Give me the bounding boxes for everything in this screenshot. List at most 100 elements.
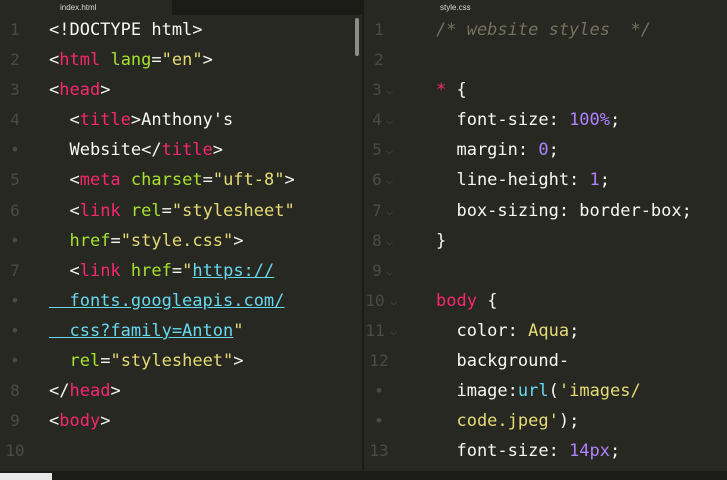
- code-text: <head>: [49, 75, 110, 105]
- line-number: 1: [374, 20, 384, 39]
- line-number: 10: [5, 441, 25, 461]
- code-lines-left[interactable]: 1 <!DOCTYPE html> 2 <html lang="en"> 3 <head>…: [0, 15, 362, 466]
- code-line[interactable]: 3 ⌵ * {: [364, 75, 727, 105]
- code-text: code.jpeg');: [436, 406, 579, 436]
- line-number: •: [10, 320, 20, 340]
- fold-chevron-icon[interactable]: ⌵: [390, 316, 397, 346]
- code-line[interactable]: • Website</title>: [0, 135, 362, 165]
- code-token: <: [49, 411, 60, 432]
- code-line[interactable]: 6 ⌵ line-height: 1;: [364, 165, 727, 195]
- code-token: head: [59, 80, 101, 101]
- code-token: charset: [130, 170, 203, 191]
- code-token: meta: [79, 170, 121, 191]
- code-line[interactable]: 1 /* website styles */: [364, 15, 727, 45]
- code-line[interactable]: 1 <!DOCTYPE html>: [0, 15, 362, 45]
- code-line[interactable]: 5 <meta charset="uft-8">: [0, 165, 362, 195]
- line-number: 2: [10, 50, 20, 70]
- code-token: 1: [589, 170, 600, 191]
- code-line[interactable]: 10 ⌵ body {: [364, 286, 727, 316]
- line-number: •: [10, 230, 20, 250]
- fold-chevron-icon[interactable]: ⌵: [386, 256, 393, 286]
- code-token: =: [202, 170, 213, 191]
- code-line[interactable]: 5 ⌵ margin: 0;: [364, 135, 727, 165]
- code-token: body: [436, 290, 477, 311]
- code-line[interactable]: • rel="stylesheet">: [0, 346, 362, 376]
- code-token: 0: [538, 140, 549, 161]
- code-token: rel: [69, 351, 101, 372]
- code-line[interactable]: • css?family=Anton": [0, 316, 362, 346]
- code-token: >: [110, 381, 121, 402]
- code-text: href="style.css">: [49, 226, 244, 256]
- code-text: margin: 0;: [436, 135, 558, 165]
- code-line[interactable]: 2: [364, 45, 727, 75]
- editor-pane-left[interactable]: index.html 1 <!DOCTYPE html> 2 <html lang="…: [0, 0, 362, 480]
- code-token: ": [182, 260, 193, 281]
- code-token: {: [476, 290, 498, 311]
- code-token: title: [79, 110, 131, 131]
- fold-chevron-icon[interactable]: ⌵: [386, 75, 393, 105]
- code-line[interactable]: 9 ⌵: [364, 256, 727, 286]
- editor-pane-right[interactable]: style.css 1/* website styles */ 2 3 ⌵ * {4 ⌵ …: [364, 0, 727, 480]
- fold-chevron-icon[interactable]: ⌵: [386, 226, 393, 256]
- fold-chevron-icon[interactable]: ⌵: [390, 286, 397, 316]
- fold-chevron-icon[interactable]: ⌵: [386, 196, 393, 226]
- line-number: 5: [10, 170, 20, 190]
- code-token: background-: [436, 351, 570, 372]
- code-text: <html lang="en">: [49, 45, 213, 75]
- code-lines-right[interactable]: 1/* website styles */ 2 3 ⌵ * {4 ⌵ font-size:…: [364, 15, 727, 466]
- line-number: 4: [10, 110, 20, 130]
- tab-bar-left: index.html: [0, 0, 362, 15]
- code-token: <: [49, 110, 80, 131]
- code-token: >: [100, 80, 111, 101]
- code-line[interactable]: 4 <title>Anthony's: [0, 105, 362, 135]
- fold-chevron-icon[interactable]: ⌵: [386, 105, 393, 135]
- code-token: >: [233, 230, 244, 251]
- code-line[interactable]: • fonts.googleapis.com/: [0, 286, 362, 316]
- code-token: >Anthony's: [130, 110, 234, 131]
- code-token: <: [49, 170, 80, 191]
- code-token: >: [100, 411, 111, 432]
- code-line[interactable]: 7 ⌵ box-sizing: border-box;: [364, 196, 727, 226]
- code-editor: index.html 1 <!DOCTYPE html> 2 <html lang="…: [0, 0, 727, 480]
- code-token: >: [284, 170, 295, 191]
- code-line[interactable]: 13 font-size: 14px;: [364, 436, 727, 466]
- tab-style-css[interactable]: style.css: [364, 0, 727, 15]
- code-line[interactable]: 6 <link rel="stylesheet": [0, 196, 362, 226]
- code-token: url: [517, 381, 549, 402]
- status-bar: [0, 471, 727, 480]
- code-token: lang: [110, 50, 152, 71]
- code-line[interactable]: 9 <body>: [0, 406, 362, 436]
- code-line[interactable]: 7 <link href="https://: [0, 256, 362, 286]
- code-line[interactable]: • href="style.css">: [0, 226, 362, 256]
- code-line[interactable]: 3 <head>: [0, 75, 362, 105]
- line-number: 11: [365, 320, 385, 340]
- code-line[interactable]: 8 </head>: [0, 376, 362, 406]
- code-text: <!DOCTYPE html>: [49, 15, 203, 45]
- code-token: font-size:: [436, 110, 570, 131]
- code-line[interactable]: 12 background-: [364, 346, 727, 376]
- code-line[interactable]: • code.jpeg');: [364, 406, 727, 436]
- code-token: ;: [610, 110, 621, 131]
- code-line[interactable]: • image:url('images/: [364, 376, 727, 406]
- code-line[interactable]: 11 ⌵ color: Aqua;: [364, 316, 727, 346]
- code-line[interactable]: 4 ⌵ font-size: 100%;: [364, 105, 727, 135]
- code-line[interactable]: 2 <html lang="en">: [0, 45, 362, 75]
- scrollbar-thumb[interactable]: [355, 18, 359, 56]
- code-line[interactable]: 10: [0, 436, 362, 466]
- fold-chevron-icon[interactable]: ⌵: [386, 135, 393, 165]
- tab-bar-right: style.css: [364, 0, 727, 15]
- line-number: 2: [374, 50, 384, 70]
- code-token: {: [446, 80, 467, 101]
- code-token: font-size:: [436, 441, 570, 462]
- tab-index-html[interactable]: index.html: [0, 0, 172, 15]
- code-token: 'images/: [558, 381, 641, 402]
- code-token: head: [69, 381, 111, 402]
- tab-label: style.css: [440, 3, 471, 12]
- code-line[interactable]: 8 ⌵}: [364, 226, 727, 256]
- code-token: >: [212, 140, 224, 161]
- code-text: <meta charset="uft-8">: [49, 165, 295, 195]
- fold-chevron-icon[interactable]: ⌵: [386, 165, 393, 195]
